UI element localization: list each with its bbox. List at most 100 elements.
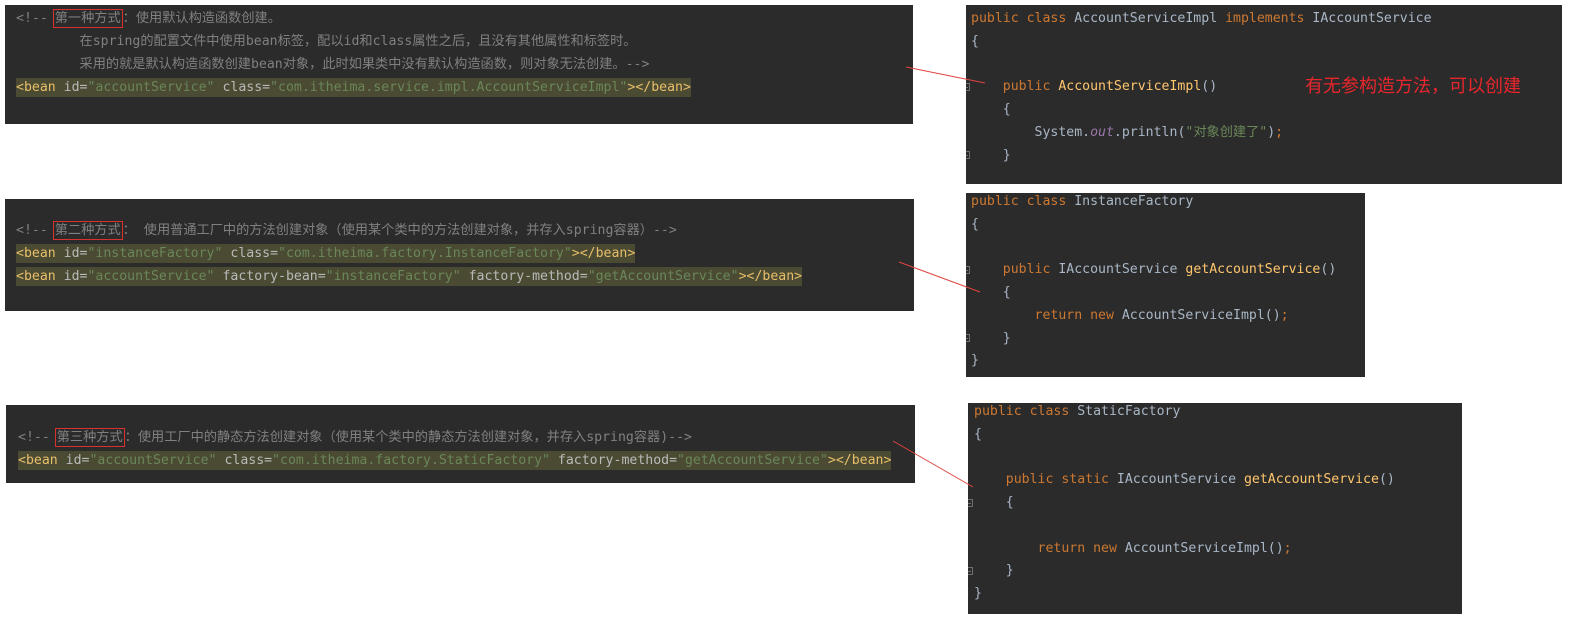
plain-token: }	[971, 147, 1011, 163]
code-line: <!-- 第二种方式： 使用普通工厂中的方法创建对象（使用某个类中的方法创建对象…	[16, 219, 914, 242]
value-token: "com.itheima.factory.StaticFactory"	[272, 453, 550, 468]
code-line-text: {	[971, 100, 1011, 119]
plain-token: IAccountService	[1312, 10, 1432, 26]
code-line-text: {	[974, 493, 1014, 512]
plain-token: {	[971, 285, 1011, 301]
plain-token: }	[971, 353, 979, 369]
code-line-text: return new AccountServiceImpl();	[974, 539, 1292, 558]
keyword-token: return new	[974, 540, 1125, 556]
code-line-text: 采用的就是默认构造函数创建bean对象，此时如果类中没有默认构造函数，则对象无法…	[16, 55, 650, 74]
value-token: "instanceFactory"	[325, 269, 461, 284]
selected-code-line: <bean id="instanceFactory" class="com.it…	[16, 242, 914, 265]
code-line-text: {	[974, 425, 982, 444]
code-line: 采用的就是默认构造函数创建bean对象，此时如果类中没有默认构造函数，则对象无法…	[16, 53, 913, 76]
comment-token: 在spring的配置文件中使用bean标签，配以id和class属性之后，且没有…	[16, 34, 637, 49]
keyword-token: public class	[971, 193, 1075, 209]
code-line: public class StaticFactory	[974, 403, 1462, 423]
code-line: return new AccountServiceImpl();	[971, 304, 1365, 327]
tag-token: ></bean>	[827, 453, 892, 468]
fold-marker-icon	[966, 151, 970, 160]
plain-token: AccountServiceImpl	[1074, 10, 1226, 26]
plain-token: }	[971, 330, 1011, 346]
code-line: public IAccountService getAccountService…	[966, 258, 1365, 281]
code-line: 在spring的配置文件中使用bean标签，配以id和class属性之后，且没有…	[16, 30, 913, 53]
code-line: {	[971, 213, 1365, 236]
value-token: "getAccountService"	[677, 453, 828, 468]
code-line-text: public class AccountServiceImpl implemen…	[971, 9, 1432, 28]
code-line: System.out.println("对象创建了");	[971, 121, 1562, 144]
code-area: <!-- 第三种方式 ：使用工厂中的静态方法创建对象（使用某个类中的静态方法创建对…	[6, 405, 915, 472]
tag-token: ></bean>	[627, 80, 691, 95]
keyword-token: implements	[1225, 10, 1313, 26]
code-line: <!-- 第一种方式 ：使用默认构造函数创建。	[16, 7, 913, 30]
code-line-text: <bean id="accountService" factory-bean="…	[16, 267, 803, 286]
field-token: out	[1090, 124, 1114, 140]
code-line-text: <bean id="accountService" class="com.ith…	[16, 78, 691, 97]
attr-token: class=	[216, 453, 273, 468]
code-line-text: public class StaticFactory	[974, 403, 1180, 421]
code-line-text: }	[971, 146, 1011, 165]
code-line: }	[974, 582, 1462, 605]
value-token: "accountService"	[87, 269, 215, 284]
code-line: public static IAccountService getAccount…	[974, 468, 1462, 491]
plain-token: AccountServiceImpl()	[1124, 540, 1284, 556]
comment-token: ：使用默认构造函数创建。	[122, 11, 281, 26]
plain-token: AccountServiceImpl()	[1121, 307, 1281, 323]
string-token: "对象创建了"	[1185, 124, 1268, 140]
value-token: "com.itheima.factory.InstanceFactory"	[278, 246, 572, 261]
tag-token: <bean	[18, 453, 66, 468]
comment-token: <!--	[16, 223, 56, 238]
code-line-text: <!-- 第二种方式： 使用普通工厂中的方法创建对象（使用某个类中的方法创建对象…	[16, 221, 677, 240]
fold-marker-icon	[968, 498, 973, 507]
value-token: "com.itheima.service.impl.AccountService…	[270, 80, 628, 95]
xml-static-factory-panel: <!-- 第三种方式 ：使用工厂中的静态方法创建对象（使用某个类中的静态方法创建对…	[6, 405, 915, 483]
code-line: {	[971, 98, 1562, 121]
attr-token: factory-bean=	[214, 269, 326, 284]
tag-token: ></bean>	[571, 246, 636, 261]
code-line-text: return new AccountServiceImpl();	[971, 306, 1289, 325]
code-line-text: System.out.println("对象创建了");	[971, 123, 1284, 142]
code-line-text: }	[971, 329, 1011, 348]
java-instance-factory-panel: public class InstanceFactory { public IAc…	[966, 193, 1365, 377]
tag-token: ></bean>	[738, 269, 803, 284]
comment-token: <!--	[16, 11, 56, 26]
plain-token: System.	[971, 124, 1091, 140]
value-token: "accountService"	[89, 453, 217, 468]
code-area: <!-- 第二种方式： 使用普通工厂中的方法创建对象（使用某个类中的方法创建对象…	[5, 199, 914, 288]
code-line-text: <!-- 第三种方式 ：使用工厂中的静态方法创建对象（使用某个类中的静态方法创建对…	[18, 428, 692, 447]
keyword-token: ;	[1275, 124, 1284, 140]
comment-token: ： 使用普通工厂中的方法创建对象（使用某个类中的方法创建对象，并存入spring…	[122, 223, 677, 238]
value-token: "instanceFactory"	[87, 246, 223, 261]
keyword-token: public	[971, 262, 1059, 278]
method-token: AccountServiceImpl	[1058, 79, 1202, 95]
code-line: }	[971, 350, 1365, 373]
plain-token: IAccountService	[1116, 472, 1244, 488]
keyword-token: ;	[1280, 307, 1289, 323]
plain-token: {	[974, 426, 982, 442]
selected-code-line: <bean id="accountService" class="com.ith…	[16, 76, 913, 99]
fold-marker-icon	[966, 82, 970, 91]
plain-token: {	[971, 33, 979, 49]
code-line: }	[966, 144, 1562, 167]
attr-token: id=	[63, 246, 88, 261]
code-line: public class AccountServiceImpl implemen…	[971, 7, 1562, 30]
keyword-token: public class	[974, 403, 1078, 419]
code-area: <!-- 第一种方式 ：使用默认构造函数创建。 在spring的配置文件中使用be…	[5, 5, 913, 99]
code-line-text: public IAccountService getAccountService…	[971, 260, 1337, 279]
comment-token: 采用的就是默认构造函数创建bean对象，此时如果类中没有默认构造函数，则对象无法…	[16, 57, 650, 72]
code-line-text: public static IAccountService getAccount…	[974, 470, 1395, 489]
code-line-text: 在spring的配置文件中使用bean标签，配以id和class属性之后，且没有…	[16, 32, 637, 51]
value-token: "getAccountService"	[587, 269, 739, 284]
fold-marker-icon	[968, 566, 973, 575]
keyword-token: public	[971, 79, 1059, 95]
value-token: "accountService"	[87, 80, 215, 95]
method-token: getAccountService	[1185, 262, 1321, 278]
fold-marker-icon	[966, 265, 970, 274]
code-line: {	[968, 491, 1462, 514]
code-line: public class InstanceFactory	[971, 193, 1365, 213]
plain-token: }	[974, 586, 982, 602]
attr-token: class=	[222, 246, 279, 261]
plain-token: StaticFactory	[1077, 403, 1181, 419]
java-static-factory-panel: public class StaticFactory { public stati…	[968, 403, 1462, 614]
